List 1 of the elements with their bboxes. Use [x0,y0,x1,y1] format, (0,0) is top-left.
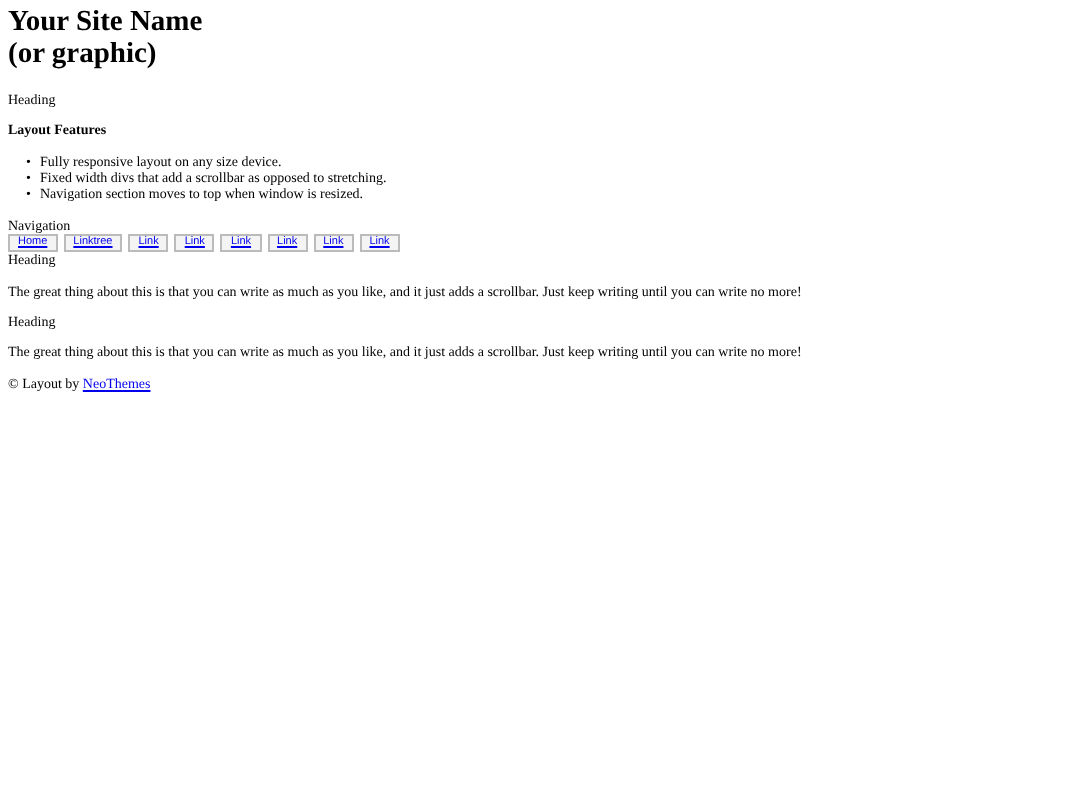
site-name: Your Site Name (or graphic) [8,8,205,72]
